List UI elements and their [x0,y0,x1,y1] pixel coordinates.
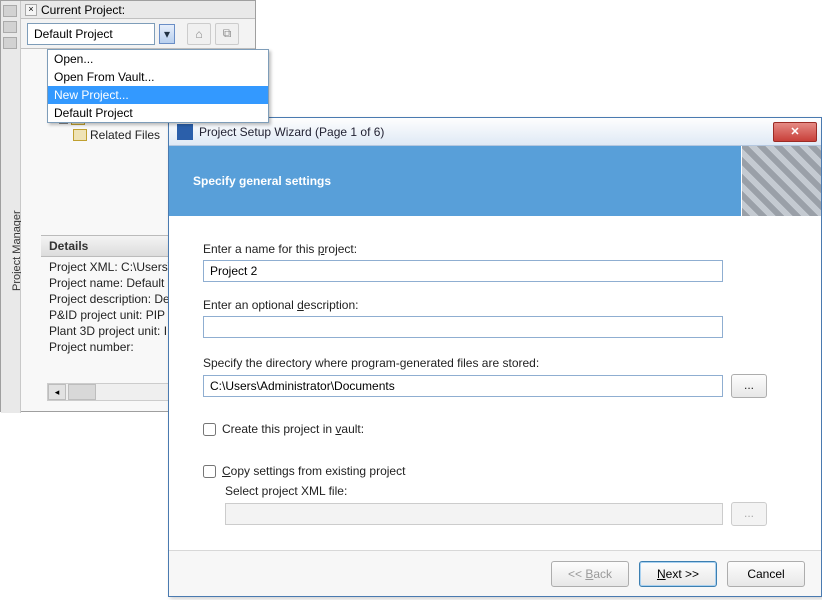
copy-settings-checkbox[interactable] [203,465,216,478]
current-project-label: Current Project: [41,3,125,17]
back-button: << Back [551,561,629,587]
chevron-down-icon: ▾ [164,27,170,41]
project-name-input[interactable] [203,260,723,282]
project-manager-sidebar: Project Manager [1,1,21,413]
current-project-value: Default Project [34,27,113,41]
options-panel-icon[interactable] [3,37,17,49]
scroll-thumb[interactable] [68,384,96,400]
directory-label: Specify the directory where program-gene… [203,356,791,370]
combo-dropdown-button[interactable]: ▾ [159,24,175,44]
browse-directory-button[interactable]: ... [731,374,767,398]
vault-checkbox-row: Create this project in vault: [203,422,791,436]
wizard-footer: << Back Next >> Cancel [169,550,821,596]
dropdown-item-new-project[interactable]: New Project... [48,86,268,104]
folder-icon [73,129,87,141]
app-icon [177,124,193,140]
dropdown-item-open-vault[interactable]: Open From Vault... [48,68,268,86]
toolbar-icon-2[interactable]: ⧉ [215,23,239,45]
copy-settings-label: Copy settings from existing project [222,464,405,478]
project-setup-wizard: Project Setup Wizard (Page 1 of 6) ✕ Spe… [168,117,822,597]
close-icon[interactable]: × [25,4,37,16]
wizard-body: Enter a name for this project: Enter an … [169,216,821,536]
dropdown-item-default-project[interactable]: Default Project [48,104,268,122]
project-combo-dropdown: Open... Open From Vault... New Project..… [47,49,269,123]
next-button[interactable]: Next >> [639,561,717,587]
browse-xml-button: ... [731,502,767,526]
wizard-banner-text: Specify general settings [193,174,331,188]
cancel-button[interactable]: Cancel [727,561,805,587]
close-panel-icon[interactable] [3,5,17,17]
description-label: Enter an optional description: [203,298,791,312]
create-in-vault-checkbox[interactable] [203,423,216,436]
xml-subsection: Select project XML file: ... [225,484,791,526]
close-button[interactable]: ✕ [773,122,817,142]
tree-label: Related Files [90,127,160,143]
xml-file-label: Select project XML file: [225,484,791,498]
wizard-title-text: Project Setup Wizard (Page 1 of 6) [199,125,384,139]
toolbar-icon-1[interactable]: ⌂ [187,23,211,45]
project-name-label: Enter a name for this project: [203,242,791,256]
xml-file-input [225,503,723,525]
project-manager-titlebar: × Current Project: [21,1,255,19]
description-input[interactable] [203,316,723,338]
directory-input[interactable] [203,375,723,397]
current-project-combo[interactable]: Default Project [27,23,155,45]
pin-panel-icon[interactable] [3,21,17,33]
project-manager-toolbar: Default Project ▾ ⌂ ⧉ [21,19,255,49]
wizard-banner: Specify general settings [169,146,821,216]
dropdown-item-open[interactable]: Open... [48,50,268,68]
banner-image [741,146,821,216]
scroll-left-icon[interactable]: ◂ [48,384,66,400]
copy-settings-row: Copy settings from existing project [203,464,791,478]
vault-checkbox-label: Create this project in vault: [222,422,364,436]
